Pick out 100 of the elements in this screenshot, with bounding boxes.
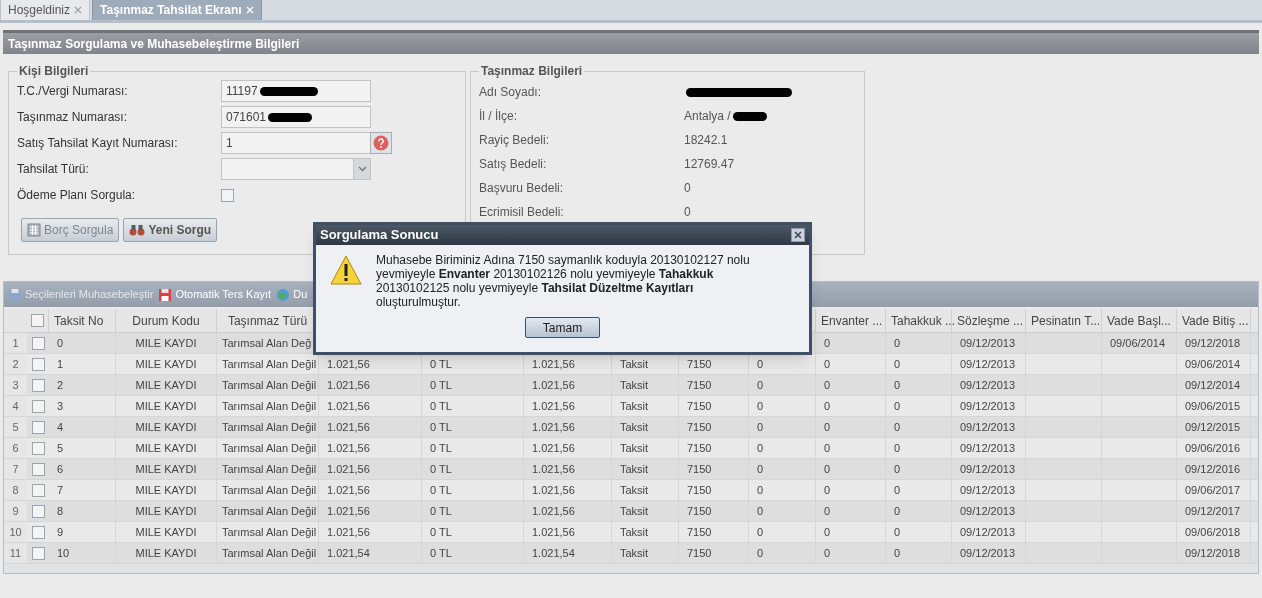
globe-icon (276, 287, 291, 302)
table-cell-text: MILE KAYDI (135, 398, 197, 414)
table-cell-text: Taksit (620, 524, 649, 540)
table-cell-text: Taksit (620, 545, 649, 561)
info-value: 12769.47 (684, 156, 735, 173)
table-cell-text: 0 (824, 545, 831, 561)
input-field[interactable]: 071601 (221, 106, 371, 128)
column-header[interactable]: Vade Başl... (1107, 311, 1171, 330)
table-cell-text: 09/12/2013 (960, 524, 1016, 540)
table-cell-text: 7 (57, 482, 64, 498)
table-cell-text: 5 (57, 440, 64, 456)
table-cell-text: 7150 (687, 440, 712, 456)
table-cell-text: 09/12/2016 (1185, 461, 1241, 477)
ok-button[interactable]: Tamam (525, 317, 600, 338)
table-cell-text: 7150 (687, 398, 712, 414)
close-icon[interactable] (791, 228, 805, 242)
checkbox[interactable] (31, 504, 45, 518)
info-label: Satış Bedeli: (479, 156, 548, 173)
checkbox[interactable] (221, 188, 234, 202)
checkbox[interactable] (31, 399, 45, 413)
row-number: 5 (4, 417, 27, 437)
select-field[interactable] (221, 158, 371, 180)
field-label: Taşınmaz Numarası: (17, 109, 129, 126)
table-cell-text: 09/12/2013 (960, 461, 1016, 477)
column-header[interactable]: Envanter ... (821, 311, 883, 330)
table-cell-text: 09/12/2018 (1185, 335, 1241, 351)
table-cell-text: MILE KAYDI (135, 335, 197, 351)
info-label: Rayiç Bedeli: (479, 132, 551, 149)
checkbox[interactable] (31, 336, 45, 350)
row-number: 11 (4, 543, 27, 563)
table-cell-text: 10 (57, 545, 70, 561)
table-cell-text: Tarımsal Alan Değil (222, 461, 317, 477)
table-cell-text: 0 TL (430, 461, 452, 477)
table-cell-text: 0 (757, 377, 764, 393)
table-cell-text: 09/06/2016 (1185, 440, 1241, 456)
checkbox[interactable] (31, 483, 45, 497)
fieldset-legend: Taşınmaz Bilgileri (479, 62, 585, 80)
row-number: 1 (4, 333, 27, 353)
column-header[interactable]: Sözleşme ... (957, 311, 1024, 330)
column-header[interactable]: Tahakkuk ... (891, 311, 956, 330)
dropdown-caret-icon (357, 166, 367, 172)
table-cell-text: 1.021,56 (327, 440, 370, 456)
info-label: Adı Soyadı: (479, 84, 543, 101)
help-button[interactable] (370, 132, 392, 154)
table-cell-text: 7150 (687, 503, 712, 519)
info-label: Ecrimisil Bedeli: (479, 204, 565, 221)
table-cell-text: 1.021,56 (327, 356, 370, 372)
table-cell-text: 6 (57, 461, 64, 477)
table-cell-text: 0 (824, 398, 831, 414)
checkbox[interactable] (31, 441, 45, 455)
checkbox[interactable] (31, 546, 45, 560)
table-cell-text: 09/06/2014 (1110, 335, 1166, 351)
row-number: 9 (4, 501, 27, 521)
table-cell-text: 09/06/2018 (1185, 524, 1241, 540)
table-cell-text: 09/12/2018 (1185, 545, 1241, 561)
tab[interactable]: Hoşgeldiniz (0, 0, 91, 20)
table-cell-text: MILE KAYDI (135, 482, 197, 498)
table-cell-text: 1.021,56 (532, 524, 575, 540)
checkbox[interactable] (31, 378, 45, 392)
table-cell-text: 3 (57, 398, 64, 414)
column-header[interactable]: Taksit No (54, 311, 104, 330)
checkbox[interactable] (31, 420, 45, 434)
table-cell-text: 09/12/2013 (960, 545, 1016, 561)
table-cell-text: 0 TL (430, 503, 452, 519)
table-cell-text: 0 (57, 335, 64, 351)
dialog-message: Muhasebe Biriminiz Adına 7150 saymanlık koduyla 20130102127 nolu yevmiyeyle Envanter 20130102126 nolu yevmiyeyle Tahakkuk 20130102125 nolu yevmiyeyle Tahsilat Düzeltme Kayıtları oluşturulmuştur. (376, 253, 751, 309)
table-cell-text: 09/06/2017 (1185, 482, 1241, 498)
table-cell-text: 0 TL (430, 524, 452, 540)
column-header[interactable]: Durum Kodu (132, 311, 200, 330)
input-field[interactable]: 1 (221, 132, 371, 154)
column-header[interactable]: Vade Bitiş ... (1182, 311, 1249, 330)
column-header[interactable]: Taşınmaz Türü (227, 311, 308, 330)
query-button[interactable]: Yeni Sorgu (123, 218, 218, 242)
checkbox[interactable] (31, 314, 44, 327)
table-cell-text: 0 (824, 335, 831, 351)
table-cell-text: 7150 (687, 482, 712, 498)
table-cell-text: Tarımsal Alan Değil (222, 377, 317, 393)
table-cell-text: Tarımsal Alan Değil (222, 524, 317, 540)
dialog-title: Sorgulama Sonucu (320, 226, 439, 245)
table-cell-text: 0 (894, 461, 901, 477)
input-field[interactable]: 11197 (221, 80, 371, 102)
table-cell-text: 0 (824, 524, 831, 540)
checkbox[interactable] (31, 462, 45, 476)
table-cell-text: 1.021,54 (327, 545, 370, 561)
table-cell-text: 0 (824, 440, 831, 456)
table-cell-text: Tarımsal Alan Değil (222, 440, 317, 456)
table-cell-text: Tarımsal Alan Değil (222, 419, 317, 435)
table-cell-text: 0 TL (430, 356, 452, 372)
table-cell-text: 09/12/2013 (960, 503, 1016, 519)
table-cell-text: 0 (894, 335, 901, 351)
checkbox[interactable] (31, 357, 45, 371)
info-label: İl / İlçe: (479, 108, 518, 125)
table-cell-text: 0 (894, 398, 901, 414)
table-cell-text: 7150 (687, 419, 712, 435)
table-cell-text: Taksit (620, 461, 649, 477)
field-label: Tahsilat Türü: (17, 161, 90, 178)
table-cell-text: 0 TL (430, 545, 452, 561)
column-header[interactable]: Pesinatın T... (1031, 311, 1101, 330)
checkbox[interactable] (31, 525, 45, 539)
table-cell-text: 0 (757, 503, 764, 519)
